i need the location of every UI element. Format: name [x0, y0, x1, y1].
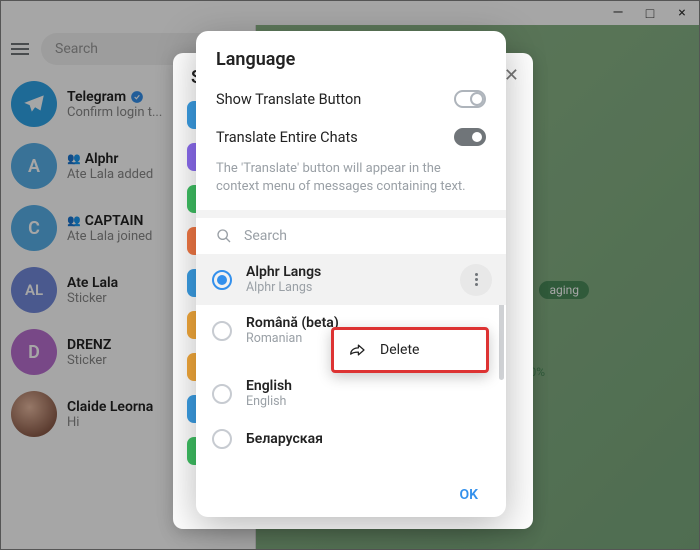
share-arrow-icon	[348, 343, 366, 357]
language-name: Alphr Langs	[246, 264, 321, 280]
language-name: Беларуская	[246, 431, 323, 447]
language-subtitle: English	[246, 394, 292, 409]
language-name: Română (beta)	[246, 315, 339, 331]
language-subtitle: Alphr Langs	[246, 280, 321, 295]
language-modal: Language Show Translate Button Translate…	[196, 31, 506, 517]
toggle-switch[interactable]	[454, 128, 486, 146]
radio-icon[interactable]	[212, 429, 232, 449]
toggle-hint-text: The 'Translate' button will appear in th…	[196, 156, 506, 210]
toggle-label: Translate Entire Chats	[216, 129, 358, 146]
language-item[interactable]: Alphr Langs Alphr Langs	[196, 254, 506, 305]
language-list: Alphr Langs Alphr Langs Română (beta) Ro…	[196, 254, 506, 517]
radio-icon[interactable]	[212, 384, 232, 404]
search-icon	[216, 228, 232, 244]
toggle-show-translate[interactable]: Show Translate Button	[196, 80, 506, 118]
language-item[interactable]: Беларуская	[196, 419, 506, 459]
settings-close-button[interactable]: ✕	[504, 65, 519, 86]
language-subtitle: Romanian	[246, 331, 339, 346]
modal-title: Language	[196, 31, 506, 80]
context-menu-label: Delete	[380, 342, 419, 358]
search-placeholder: Search	[244, 228, 287, 244]
language-name: English	[246, 378, 292, 394]
divider	[196, 210, 506, 218]
context-menu-delete[interactable]: Delete	[331, 327, 489, 373]
ok-button[interactable]: OK	[451, 483, 486, 507]
radio-selected-icon[interactable]	[212, 270, 232, 290]
more-options-button[interactable]	[460, 264, 492, 296]
toggle-label: Show Translate Button	[216, 91, 361, 108]
toggle-switch[interactable]	[454, 90, 486, 108]
language-item[interactable]: English English	[196, 368, 506, 419]
language-search[interactable]: Search	[196, 218, 506, 254]
vertical-dots-icon	[475, 273, 478, 286]
app-window: — □ × Search Telegram Confirm login	[0, 0, 700, 550]
toggle-translate-chats[interactable]: Translate Entire Chats	[196, 118, 506, 156]
radio-icon[interactable]	[212, 321, 232, 341]
